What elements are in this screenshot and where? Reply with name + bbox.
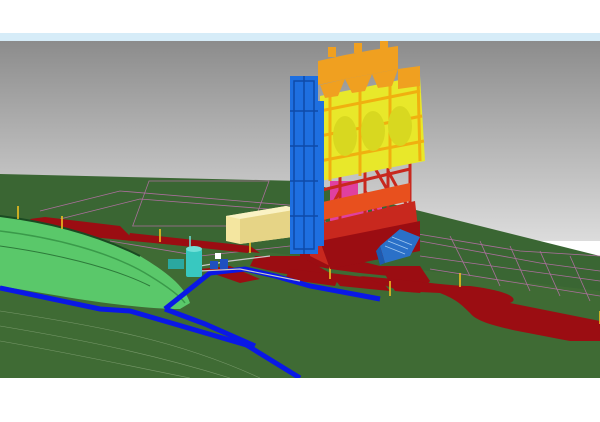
window-bottom-margin <box>0 378 600 422</box>
title-bar-strip <box>0 33 600 41</box>
application-window <box>0 0 600 422</box>
3d-viewport[interactable] <box>0 41 600 378</box>
conveyor-tower[interactable] <box>290 76 324 254</box>
plant-3d-scene[interactable] <box>0 41 600 378</box>
